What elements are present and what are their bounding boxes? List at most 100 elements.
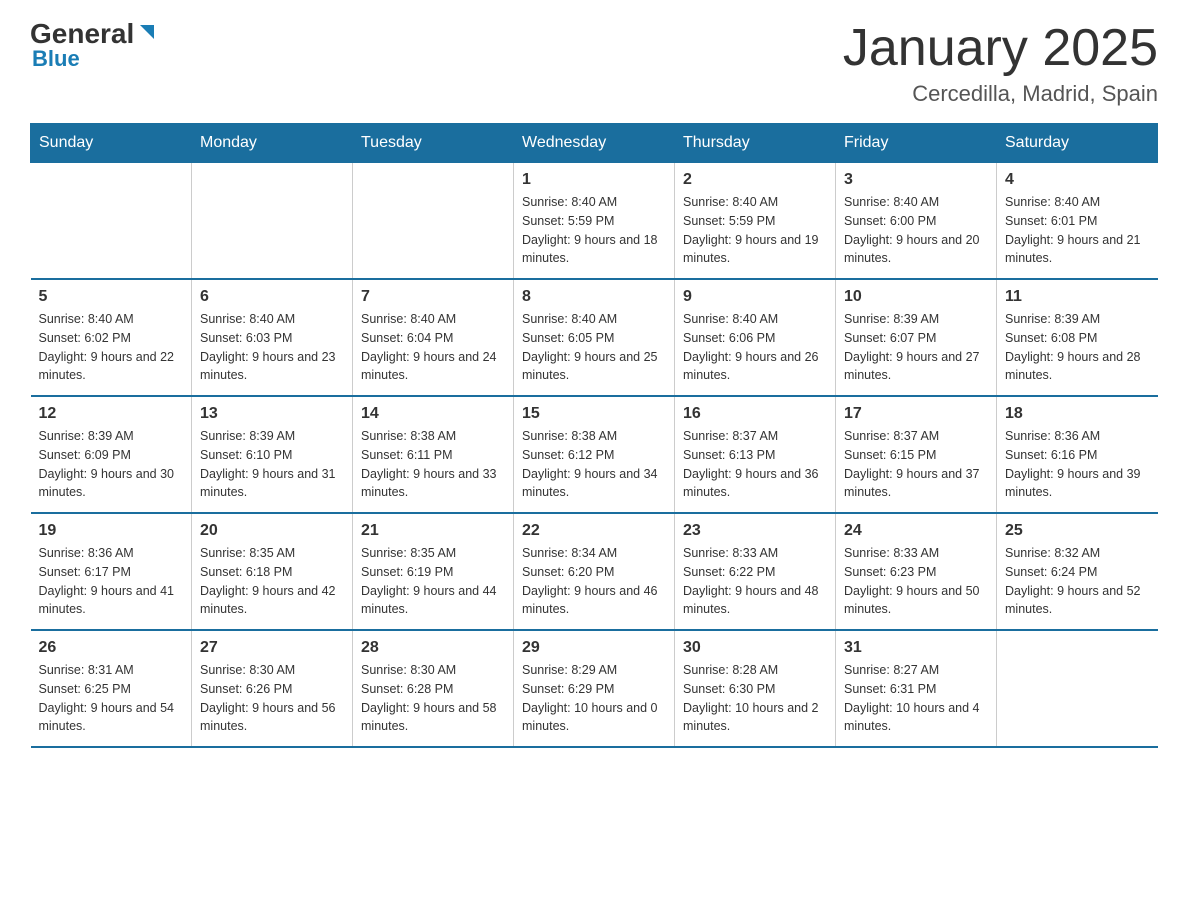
header-thursday: Thursday xyxy=(675,124,836,163)
day-info: Sunrise: 8:40 AM Sunset: 6:02 PM Dayligh… xyxy=(39,310,184,385)
logo-blue: Blue xyxy=(30,46,80,72)
day-number: 27 xyxy=(200,639,344,657)
day-info: Sunrise: 8:37 AM Sunset: 6:13 PM Dayligh… xyxy=(683,427,827,502)
day-number: 11 xyxy=(1005,288,1150,306)
day-number: 3 xyxy=(844,171,988,189)
calendar-table: SundayMondayTuesdayWednesdayThursdayFrid… xyxy=(30,123,1158,748)
day-info: Sunrise: 8:40 AM Sunset: 5:59 PM Dayligh… xyxy=(683,193,827,268)
calendar-cell: 25 Sunrise: 8:32 AM Sunset: 6:24 PM Dayli… xyxy=(997,513,1158,630)
day-number: 6 xyxy=(200,288,344,306)
calendar-cell: 30Sunrise: 8:28 AM Sunset: 6:30 PM Dayli… xyxy=(675,630,836,747)
day-info: Sunrise: 8:40 AM Sunset: 6:00 PM Dayligh… xyxy=(844,193,988,268)
calendar-cell: 27 Sunrise: 8:30 AM Sunset: 6:26 PM Dayli… xyxy=(192,630,353,747)
calendar-cell: 8 Sunrise: 8:40 AM Sunset: 6:05 PM Daylig… xyxy=(514,279,675,396)
header-saturday: Saturday xyxy=(997,124,1158,163)
location-title: Cercedilla, Madrid, Spain xyxy=(843,81,1158,107)
calendar-cell: 12 Sunrise: 8:39 AM Sunset: 6:09 PM Dayli… xyxy=(31,396,192,513)
day-info: Sunrise: 8:38 AM Sunset: 6:12 PM Dayligh… xyxy=(522,427,666,502)
calendar-cell: 9 Sunrise: 8:40 AM Sunset: 6:06 PM Daylig… xyxy=(675,279,836,396)
calendar-cell: 16 Sunrise: 8:37 AM Sunset: 6:13 PM Dayli… xyxy=(675,396,836,513)
calendar-cell: 13Sunrise: 8:39 AM Sunset: 6:10 PM Dayli… xyxy=(192,396,353,513)
calendar-week-row: 5Sunrise: 8:40 AM Sunset: 6:02 PM Daylig… xyxy=(31,279,1158,396)
calendar-cell: 14Sunrise: 8:38 AM Sunset: 6:11 PM Dayli… xyxy=(353,396,514,513)
calendar-cell xyxy=(997,630,1158,747)
day-number: 29 xyxy=(522,639,666,657)
day-info: Sunrise: 8:29 AM Sunset: 6:29 PM Dayligh… xyxy=(522,661,666,736)
day-number: 2 xyxy=(683,171,827,189)
calendar-cell: 18 Sunrise: 8:36 AM Sunset: 6:16 PM Dayli… xyxy=(997,396,1158,513)
calendar-cell: 11 Sunrise: 8:39 AM Sunset: 6:08 PM Dayli… xyxy=(997,279,1158,396)
day-number: 7 xyxy=(361,288,505,306)
calendar-cell xyxy=(192,163,353,280)
day-info: Sunrise: 8:40 AM Sunset: 6:03 PM Dayligh… xyxy=(200,310,344,385)
calendar-cell: 7 Sunrise: 8:40 AM Sunset: 6:04 PM Daylig… xyxy=(353,279,514,396)
calendar-cell xyxy=(31,163,192,280)
day-info: Sunrise: 8:39 AM Sunset: 6:07 PM Dayligh… xyxy=(844,310,988,385)
day-number: 10 xyxy=(844,288,988,306)
header-tuesday: Tuesday xyxy=(353,124,514,163)
day-number: 26 xyxy=(39,639,184,657)
header-monday: Monday xyxy=(192,124,353,163)
day-number: 20 xyxy=(200,522,344,540)
day-info: Sunrise: 8:40 AM Sunset: 6:01 PM Dayligh… xyxy=(1005,193,1150,268)
day-number: 18 xyxy=(1005,405,1150,423)
day-info: Sunrise: 8:31 AM Sunset: 6:25 PM Dayligh… xyxy=(39,661,184,736)
calendar-cell: 21Sunrise: 8:35 AM Sunset: 6:19 PM Dayli… xyxy=(353,513,514,630)
day-info: Sunrise: 8:40 AM Sunset: 6:05 PM Dayligh… xyxy=(522,310,666,385)
day-number: 4 xyxy=(1005,171,1150,189)
calendar-cell: 3 Sunrise: 8:40 AM Sunset: 6:00 PM Daylig… xyxy=(836,163,997,280)
day-info: Sunrise: 8:33 AM Sunset: 6:22 PM Dayligh… xyxy=(683,544,827,619)
calendar-cell: 26 Sunrise: 8:31 AM Sunset: 6:25 PM Dayli… xyxy=(31,630,192,747)
calendar-cell: 29 Sunrise: 8:29 AM Sunset: 6:29 PM Dayli… xyxy=(514,630,675,747)
calendar-cell: 31Sunrise: 8:27 AM Sunset: 6:31 PM Dayli… xyxy=(836,630,997,747)
day-info: Sunrise: 8:35 AM Sunset: 6:19 PM Dayligh… xyxy=(361,544,505,619)
calendar-cell: 10 Sunrise: 8:39 AM Sunset: 6:07 PM Dayli… xyxy=(836,279,997,396)
calendar-cell: 5Sunrise: 8:40 AM Sunset: 6:02 PM Daylig… xyxy=(31,279,192,396)
day-info: Sunrise: 8:28 AM Sunset: 6:30 PM Dayligh… xyxy=(683,661,827,736)
calendar-cell xyxy=(353,163,514,280)
calendar-cell: 24Sunrise: 8:33 AM Sunset: 6:23 PM Dayli… xyxy=(836,513,997,630)
calendar-week-row: 26 Sunrise: 8:31 AM Sunset: 6:25 PM Dayli… xyxy=(31,630,1158,747)
day-number: 25 xyxy=(1005,522,1150,540)
day-info: Sunrise: 8:36 AM Sunset: 6:16 PM Dayligh… xyxy=(1005,427,1150,502)
header-friday: Friday xyxy=(836,124,997,163)
day-number: 19 xyxy=(39,522,184,540)
logo-arrow-icon xyxy=(136,21,158,43)
calendar-week-row: 12 Sunrise: 8:39 AM Sunset: 6:09 PM Dayli… xyxy=(31,396,1158,513)
day-number: 8 xyxy=(522,288,666,306)
header-wednesday: Wednesday xyxy=(514,124,675,163)
day-info: Sunrise: 8:36 AM Sunset: 6:17 PM Dayligh… xyxy=(39,544,184,619)
logo: General Blue xyxy=(30,20,158,72)
day-info: Sunrise: 8:32 AM Sunset: 6:24 PM Dayligh… xyxy=(1005,544,1150,619)
calendar-cell: 22Sunrise: 8:34 AM Sunset: 6:20 PM Dayli… xyxy=(514,513,675,630)
day-number: 16 xyxy=(683,405,827,423)
day-info: Sunrise: 8:40 AM Sunset: 6:04 PM Dayligh… xyxy=(361,310,505,385)
day-info: Sunrise: 8:39 AM Sunset: 6:10 PM Dayligh… xyxy=(200,427,344,502)
day-info: Sunrise: 8:37 AM Sunset: 6:15 PM Dayligh… xyxy=(844,427,988,502)
day-info: Sunrise: 8:27 AM Sunset: 6:31 PM Dayligh… xyxy=(844,661,988,736)
day-info: Sunrise: 8:39 AM Sunset: 6:09 PM Dayligh… xyxy=(39,427,184,502)
day-info: Sunrise: 8:30 AM Sunset: 6:26 PM Dayligh… xyxy=(200,661,344,736)
day-number: 17 xyxy=(844,405,988,423)
day-number: 15 xyxy=(522,405,666,423)
calendar-week-row: 1 Sunrise: 8:40 AM Sunset: 5:59 PM Daylig… xyxy=(31,163,1158,280)
calendar-cell: 28 Sunrise: 8:30 AM Sunset: 6:28 PM Dayli… xyxy=(353,630,514,747)
calendar-cell: 2 Sunrise: 8:40 AM Sunset: 5:59 PM Daylig… xyxy=(675,163,836,280)
calendar-cell: 17 Sunrise: 8:37 AM Sunset: 6:15 PM Dayli… xyxy=(836,396,997,513)
day-number: 12 xyxy=(39,405,184,423)
day-number: 22 xyxy=(522,522,666,540)
calendar-cell: 1Sunrise: 8:40 AM Sunset: 5:59 PM Daylig… xyxy=(514,163,675,280)
day-number: 28 xyxy=(361,639,505,657)
day-number: 1 xyxy=(522,171,666,189)
day-number: 23 xyxy=(683,522,827,540)
day-info: Sunrise: 8:39 AM Sunset: 6:08 PM Dayligh… xyxy=(1005,310,1150,385)
calendar-cell: 23 Sunrise: 8:33 AM Sunset: 6:22 PM Dayli… xyxy=(675,513,836,630)
day-info: Sunrise: 8:40 AM Sunset: 6:06 PM Dayligh… xyxy=(683,310,827,385)
calendar-header-row: SundayMondayTuesdayWednesdayThursdayFrid… xyxy=(31,124,1158,163)
day-info: Sunrise: 8:33 AM Sunset: 6:23 PM Dayligh… xyxy=(844,544,988,619)
day-info: Sunrise: 8:30 AM Sunset: 6:28 PM Dayligh… xyxy=(361,661,505,736)
calendar-cell: 4 Sunrise: 8:40 AM Sunset: 6:01 PM Daylig… xyxy=(997,163,1158,280)
header-sunday: Sunday xyxy=(31,124,192,163)
day-number: 9 xyxy=(683,288,827,306)
title-block: January 2025 Cercedilla, Madrid, Spain xyxy=(843,20,1158,107)
